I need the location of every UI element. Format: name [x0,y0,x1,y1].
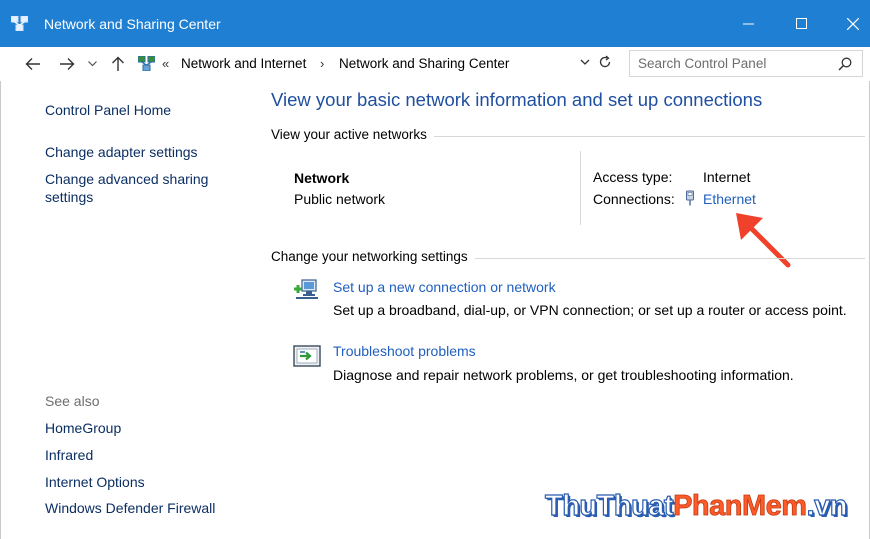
see-also-heading: See also [45,393,100,409]
networking-settings-heading: Change your networking settings [271,249,475,264]
back-button[interactable] [22,53,44,75]
breadcrumb-separator[interactable]: › [320,56,324,71]
internet-options-link[interactable]: Internet Options [45,473,145,491]
chevron-down-icon [87,61,97,67]
active-networks-heading: View your active networks [271,127,434,142]
control-panel-home-link[interactable]: Control Panel Home [45,101,171,119]
address-bar: « Network and Internet › Network and Sha… [0,47,870,81]
minimize-button[interactable] [725,0,771,47]
connections-label: Connections: [593,191,675,207]
new-connection-icon [294,279,318,299]
set-up-connection-link[interactable]: Set up a new connection or network [333,279,556,295]
maximize-icon [795,18,807,29]
recent-locations-button[interactable] [85,53,99,75]
breadcrumb[interactable]: « Network and Internet › Network and Sha… [131,51,621,77]
troubleshoot-problems-description: Diagnose and repair network problems, or… [333,367,794,383]
windows-defender-firewall-link[interactable]: Windows Defender Firewall [45,499,215,517]
maximize-button[interactable] [778,0,824,47]
page-title: View your basic network information and … [271,89,763,110]
refresh-icon[interactable] [598,55,612,69]
crumb-network-and-internet[interactable]: Network and Internet [181,56,306,71]
window-left-border [0,81,1,539]
watermark-part-2: PhanMem [673,490,808,523]
network-name: Network [294,170,350,186]
up-arrow-icon [112,56,124,71]
network-location-icon [138,56,155,71]
homegroup-link[interactable]: HomeGroup [45,419,121,437]
crumb-network-and-sharing-center[interactable]: Network and Sharing Center [339,56,509,71]
forward-button[interactable] [56,53,78,75]
watermark-logo: ThuThuatPhanMem.vn [544,489,848,523]
access-type-value: Internet [703,169,751,185]
forward-arrow-icon [60,58,75,70]
network-category: Public network [294,191,386,207]
search-input[interactable] [638,55,828,72]
watermark-part-3: .vn [806,489,848,522]
close-button[interactable] [830,0,870,47]
title-bar: Network and Sharing Center [0,0,870,47]
up-button[interactable] [107,53,129,75]
window-title: Network and Sharing Center [44,16,221,32]
network-vertical-divider [580,151,581,225]
access-type-label: Access type: [593,169,673,185]
annotation-arrow [736,213,791,268]
search-box[interactable] [629,50,863,77]
troubleshoot-problems-link[interactable]: Troubleshoot problems [333,343,476,359]
change-adapter-settings-link[interactable]: Change adapter settings [45,143,198,161]
address-dropdown-icon[interactable] [579,56,591,68]
minimize-icon [742,23,754,25]
breadcrumb-overflow[interactable]: « [162,56,169,71]
infrared-link[interactable]: Infrared [45,446,93,464]
search-icon[interactable] [838,57,852,71]
troubleshoot-icon [293,345,321,367]
ethernet-icon [686,190,694,206]
back-arrow-icon [25,58,40,70]
network-center-icon [11,16,28,31]
change-advanced-sharing-settings-link[interactable]: Change advanced sharing settings [45,170,235,206]
watermark-part-1: ThuThuat [544,489,674,522]
close-icon [847,17,859,30]
set-up-connection-description: Set up a broadband, dial-up, or VPN conn… [333,302,847,318]
